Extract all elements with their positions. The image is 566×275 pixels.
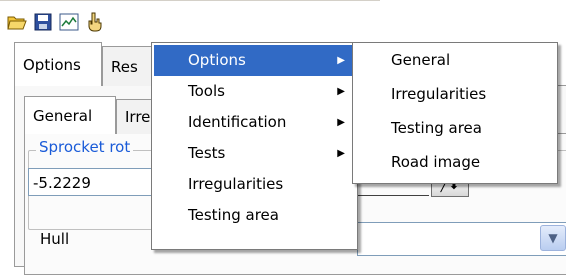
submenu-arrow-icon: ▶ [337, 86, 345, 97]
hull-combobox[interactable]: ▼ [357, 222, 566, 256]
sprocket-group-legend: Sprocket rot [36, 138, 134, 156]
menu-item-testing-area[interactable]: Testing area [154, 200, 355, 231]
menu-item-label: Options [188, 51, 246, 69]
submenu-item-general[interactable]: General [355, 45, 555, 76]
menu-item-irregularities[interactable]: Irregularities [154, 169, 355, 200]
top-border [0, 0, 380, 1]
menu-item-options[interactable]: Options ▶ [154, 45, 355, 76]
submenu-item-road-image[interactable]: Road image [355, 147, 555, 178]
menu-item-label: Testing area [188, 206, 279, 224]
submenu-arrow-icon: ▶ [337, 148, 345, 159]
menu-item-label: Identification [188, 113, 287, 131]
unit-underline [357, 195, 429, 196]
tab-res[interactable]: Res [102, 46, 152, 86]
tab-general[interactable]: General [24, 96, 116, 134]
menu-item-identification[interactable]: Identification ▶ [154, 107, 355, 138]
menu-item-tests[interactable]: Tests ▶ [154, 138, 355, 169]
chevron-down-icon[interactable]: ▼ [540, 225, 566, 251]
submenu-arrow-icon: ▶ [337, 55, 345, 66]
submenu-arrow-icon: ▶ [337, 117, 345, 128]
hull-label: Hull [40, 230, 70, 248]
pointer-hand-icon[interactable] [84, 11, 106, 33]
toolbar [6, 8, 106, 36]
sprocket-value-field[interactable]: -5.2229 [28, 168, 153, 196]
context-menu: Options ▶ Tools ▶ Identification ▶ Tests… [151, 42, 358, 250]
submenu-item-testing-area[interactable]: Testing area [355, 113, 555, 144]
chart-icon[interactable] [58, 11, 80, 33]
tab-options[interactable]: Options [14, 42, 102, 86]
menu-item-label: Tests [188, 144, 226, 162]
save-icon[interactable] [32, 11, 54, 33]
options-submenu: General Irregularities Testing area Road… [352, 42, 558, 184]
menu-item-label: Tools [188, 82, 225, 100]
open-folder-icon[interactable] [6, 11, 28, 33]
submenu-item-irregularities[interactable]: Irregularities [355, 79, 555, 110]
menu-item-label: Irregularities [188, 175, 284, 193]
menu-item-tools[interactable]: Tools ▶ [154, 76, 355, 107]
